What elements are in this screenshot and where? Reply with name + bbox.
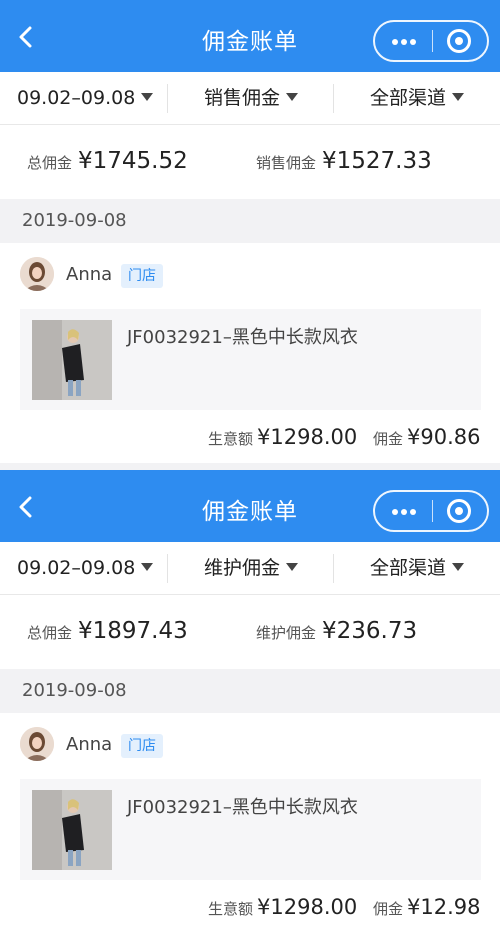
screen-maintenance-commission: 佣金账单 09.02–09.08 维护佣金 全部渠道 总佣金 ¥1897.43 维… [0,470,500,933]
commission: 佣金 ¥90.86 [373,425,481,449]
product-name: JF0032921–黑色中长款风衣 [127,327,358,348]
channel-filter[interactable]: 全部渠道 [370,72,465,125]
total-commission: 总佣金 ¥1897.43 [27,618,188,644]
capsule-menu [373,20,489,62]
filter-bar: 09.02–09.08 维护佣金 全部渠道 [0,542,500,595]
divider [333,554,334,583]
date-range-label: 09.02–09.08 [17,87,136,109]
avatar [20,727,54,761]
commission-summary: 总佣金 ¥1745.52 销售佣金 ¥1527.33 [0,126,500,199]
store-tag: 门店 [121,734,163,758]
date-range-filter[interactable]: 09.02–09.08 [17,542,154,595]
date-range-label: 09.02–09.08 [17,557,136,579]
store-tag: 门店 [121,264,163,288]
caret-down-icon [286,92,299,101]
channel-label: 全部渠道 [370,557,447,579]
capsule-divider [432,500,433,522]
divider [333,84,334,113]
screen-sales-commission: 佣金账单 09.02–09.08 销售佣金 全部渠道 总佣金 ¥1745.52 销… [0,0,500,463]
revenue: 生意额 ¥1298.00 [208,895,358,919]
commission-type-filter[interactable]: 维护佣金 [204,542,299,595]
revenue: 生意额 ¥1298.00 [208,425,358,449]
nav-bar: 佣金账单 [0,0,500,72]
channel-label: 全部渠道 [370,87,447,109]
product-card[interactable]: JF0032921–黑色中长款风衣 [20,309,481,410]
filter-bar: 09.02–09.08 销售佣金 全部渠道 [0,72,500,125]
more-button[interactable] [375,492,432,530]
product-name: JF0032921–黑色中长款风衣 [127,797,358,818]
product-image [32,790,112,870]
caret-down-icon [452,562,465,571]
product-card[interactable]: JF0032921–黑色中长款风衣 [20,779,481,880]
sales-commission: 销售佣金 ¥1527.33 [256,148,432,174]
more-dots-icon [410,39,416,45]
record-amounts: 生意额 ¥1298.00 佣金 ¥12.98 [0,882,500,933]
user-name: Anna [66,734,113,755]
more-dots-icon [392,509,398,515]
user-row: Anna 门店 [0,713,500,773]
divider [167,554,168,583]
channel-filter[interactable]: 全部渠道 [370,542,465,595]
user-name: Anna [66,264,113,285]
total-commission: 总佣金 ¥1745.52 [27,148,188,174]
commission: 佣金 ¥12.98 [373,895,481,919]
more-button[interactable] [375,22,432,60]
product-image [32,320,112,400]
user-row: Anna 门店 [0,243,500,303]
caret-down-icon [286,562,299,571]
caret-down-icon [452,92,465,101]
maintenance-commission: 维护佣金 ¥236.73 [256,618,418,644]
commission-type-label: 销售佣金 [204,87,281,109]
date-header: 2019-09-08 [0,199,500,243]
miniprogram-close-icon[interactable] [447,499,471,523]
date-range-filter[interactable]: 09.02–09.08 [17,72,154,125]
date-header: 2019-09-08 [0,669,500,713]
more-dots-icon [401,509,407,515]
commission-type-filter[interactable]: 销售佣金 [204,72,299,125]
more-dots-icon [401,39,407,45]
nav-bar: 佣金账单 [0,470,500,542]
avatar [20,257,54,291]
commission-summary: 总佣金 ¥1897.43 维护佣金 ¥236.73 [0,596,500,669]
more-dots-icon [410,509,416,515]
divider [167,84,168,113]
record-amounts: 生意额 ¥1298.00 佣金 ¥90.86 [0,412,500,463]
capsule-divider [432,30,433,52]
commission-type-label: 维护佣金 [204,557,281,579]
capsule-menu [373,490,489,532]
miniprogram-close-icon[interactable] [447,29,471,53]
more-dots-icon [392,39,398,45]
caret-down-icon [141,562,154,571]
caret-down-icon [141,92,154,101]
